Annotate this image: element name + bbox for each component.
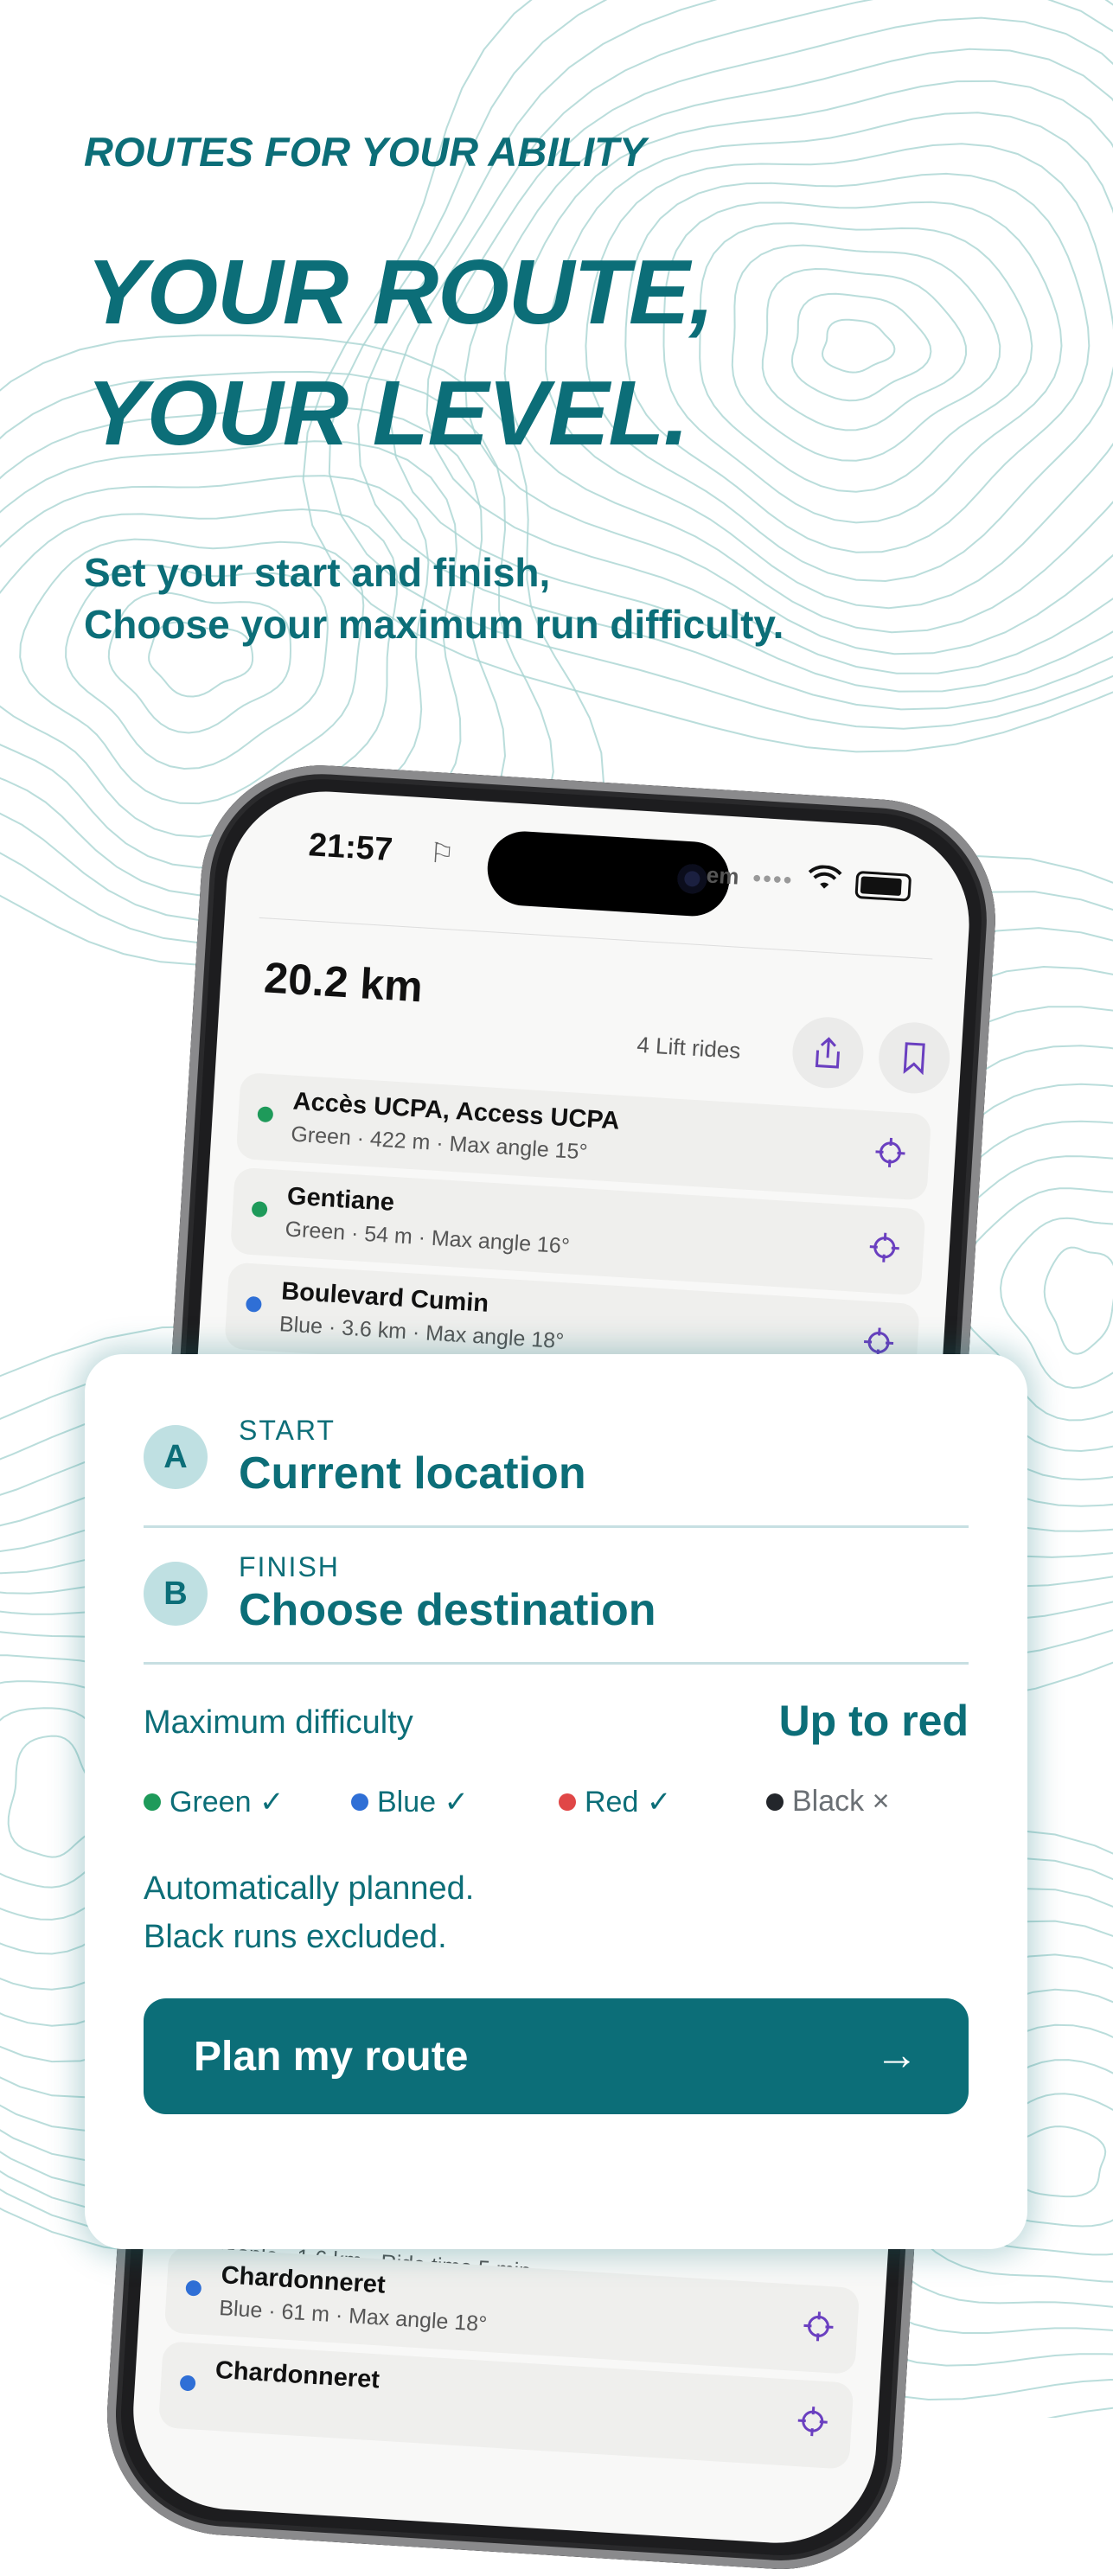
plan-route-label: Plan my route <box>194 2034 469 2080</box>
run-difficulty-dot <box>251 1200 268 1218</box>
locate-icon[interactable] <box>867 1230 902 1274</box>
note-line-1: Automatically planned. <box>144 1870 475 1907</box>
share-icon <box>815 1037 841 1069</box>
run-meta: Blue · 3.6 km · Max angle 18° <box>278 1312 565 1354</box>
finish-label: FINISH <box>239 1551 340 1582</box>
run-difficulty-dot <box>185 2279 202 2297</box>
subtitle-line-2: Choose your maximum run difficulty. <box>84 602 784 647</box>
header-divider <box>259 917 933 960</box>
hero-eyebrow: ROUTES FOR YOUR ABILITY <box>84 129 647 175</box>
run-name: Chardonneret <box>214 2355 381 2394</box>
difficulty-level-item[interactable]: Red ✓ <box>559 1785 671 1819</box>
locate-icon[interactable] <box>801 2309 836 2352</box>
run-list-top: Accès UCPA, Access UCPA Green · 422 m · M… <box>224 1071 932 1399</box>
difficulty-level-item[interactable]: Green ✓ <box>144 1785 284 1819</box>
difficulty-level-label: Blue ✓ <box>377 1786 469 1819</box>
route-planner-card: A START Current location B FINISH Choose… <box>85 1354 1027 2249</box>
headline-line-1: YOUR ROUTE, <box>86 241 714 343</box>
lift-rides-count: 4 Lift rides <box>636 1031 742 1064</box>
headline-line-2: YOUR LEVEL. <box>86 362 689 464</box>
difficulty-dot <box>351 1793 368 1811</box>
note-line-2: Black runs excluded. <box>144 1919 447 1955</box>
locate-icon[interactable] <box>795 2404 830 2447</box>
difficulty-label: Maximum difficulty <box>144 1704 413 1741</box>
battery-icon <box>854 870 912 902</box>
difficulty-level-label: Green ✓ <box>170 1786 285 1819</box>
run-difficulty-dot <box>179 2375 196 2392</box>
finish-badge: B <box>144 1562 208 1626</box>
difficulty-value[interactable]: Up to red <box>779 1696 969 1746</box>
bookmark-button[interactable] <box>876 1020 952 1096</box>
run-meta: Blue · 61 m · Max angle 18° <box>218 2296 488 2336</box>
status-indicators: em •••• <box>706 858 912 904</box>
difficulty-level-label: Red ✓ <box>585 1786 672 1819</box>
start-label: START <box>239 1415 336 1446</box>
finish-field[interactable]: Choose destination <box>239 1584 656 1636</box>
run-difficulty-dot <box>245 1295 262 1313</box>
difficulty-level-item[interactable]: Blue ✓ <box>351 1785 469 1819</box>
finish-divider <box>144 1662 969 1665</box>
route-distance: 20.2 km <box>262 953 425 1012</box>
start-badge: A <box>144 1425 208 1489</box>
start-field[interactable]: Current location <box>239 1448 586 1499</box>
run-list-bottom: Chardonneret Blue · 61 m · Max angle 18° C… <box>157 2246 860 2477</box>
plan-route-button[interactable]: Plan my route → <box>144 1998 969 2114</box>
subtitle-line-1: Set your start and finish, <box>84 550 551 595</box>
status-time: 21:57 <box>307 827 394 869</box>
camera-icon <box>676 863 708 895</box>
difficulty-level-label: Black × <box>792 1785 890 1818</box>
planning-note: Automatically planned. Black runs exclud… <box>144 1864 474 1961</box>
locate-icon[interactable] <box>873 1135 908 1179</box>
difficulty-levels: Green ✓ Blue ✓ Red ✓ Black × <box>144 1785 974 1828</box>
share-button[interactable] <box>790 1014 866 1090</box>
dynamic-island <box>485 828 732 918</box>
hero-headline: YOUR ROUTE, YOUR LEVEL. <box>86 232 714 474</box>
wifi-icon <box>806 865 842 900</box>
status-partial-text: em <box>706 861 740 890</box>
run-name: Boulevard Cumin <box>280 1277 490 1318</box>
run-meta: Green · 54 m · Max angle 16° <box>284 1217 571 1259</box>
run-difficulty-dot <box>257 1106 274 1123</box>
run-name: Chardonneret <box>220 2261 387 2299</box>
difficulty-dot <box>144 1793 161 1811</box>
hero-subtitle: Set your start and finish, Choose your m… <box>84 547 784 650</box>
arrow-right-icon: → <box>875 2030 918 2079</box>
start-divider <box>144 1525 969 1528</box>
run-name: Gentiane <box>286 1182 395 1217</box>
difficulty-dot <box>766 1793 784 1811</box>
signal-icon: •••• <box>752 864 795 893</box>
bookmark-icon <box>903 1042 925 1076</box>
difficulty-dot <box>559 1793 576 1811</box>
flag-icon: ⚐ <box>428 836 456 870</box>
difficulty-level-item[interactable]: Black × <box>766 1785 889 1819</box>
